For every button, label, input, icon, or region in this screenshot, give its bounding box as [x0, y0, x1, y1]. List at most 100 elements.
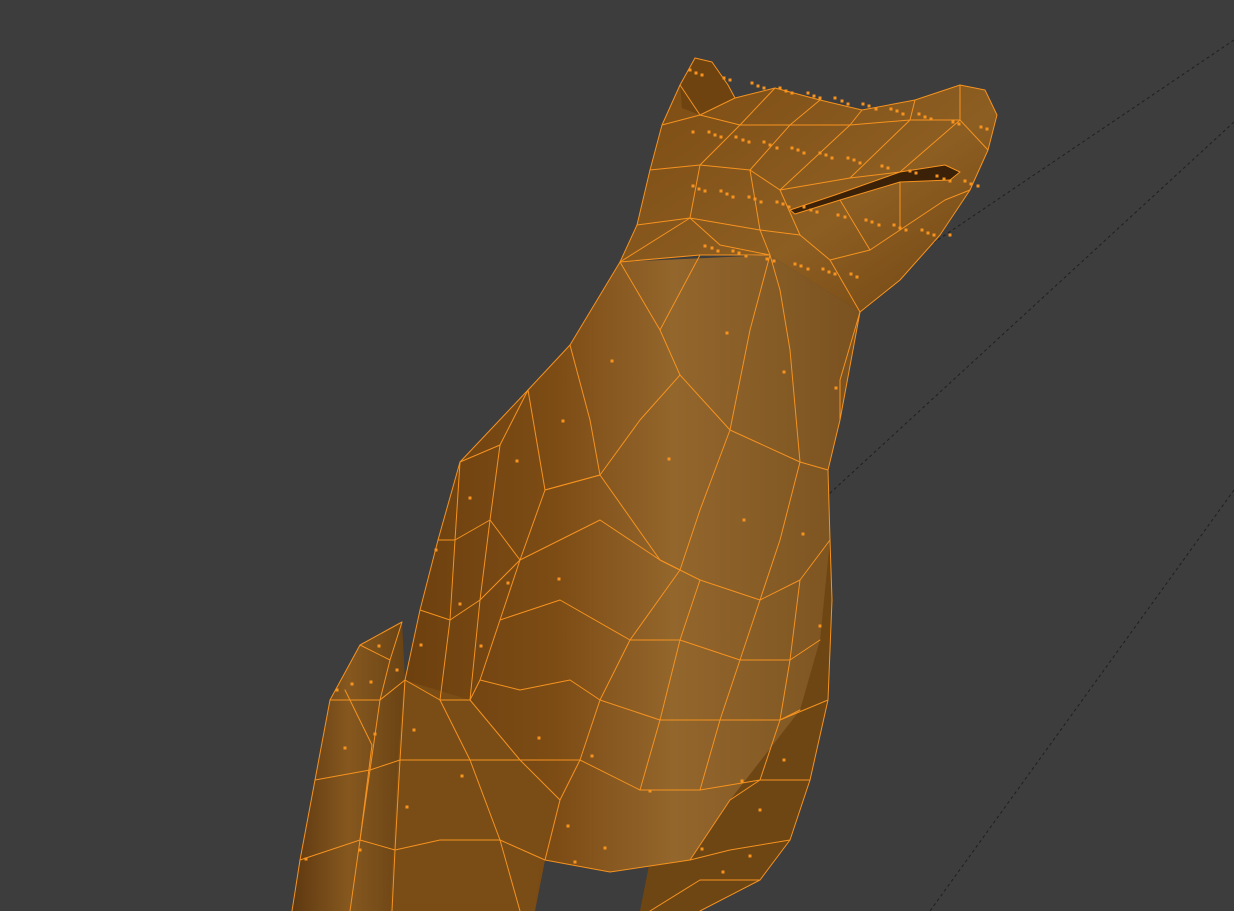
mesh-vertex[interactable]	[821, 267, 825, 271]
mesh-vertex[interactable]	[781, 202, 785, 206]
mesh-vertex[interactable]	[734, 135, 738, 139]
mesh-vertex[interactable]	[948, 233, 952, 237]
mesh-vertex[interactable]	[864, 218, 868, 222]
mesh-vertex[interactable]	[566, 824, 570, 828]
mesh-vertex[interactable]	[784, 89, 788, 93]
mesh-vertex[interactable]	[846, 156, 850, 160]
mesh-vertex[interactable]	[725, 331, 729, 335]
mesh-vertex[interactable]	[957, 122, 961, 126]
mesh-vertex[interactable]	[935, 174, 939, 178]
mesh-vertex[interactable]	[948, 179, 952, 183]
mesh-vertex[interactable]	[731, 195, 735, 199]
mesh-vertex[interactable]	[750, 81, 754, 85]
mesh-vertex[interactable]	[561, 419, 565, 423]
mesh-vertex[interactable]	[793, 262, 797, 266]
mesh-vertex[interactable]	[722, 76, 726, 80]
mesh-vertex[interactable]	[790, 146, 794, 150]
mesh-vertex[interactable]	[667, 457, 671, 461]
mesh-vertex[interactable]	[802, 205, 806, 209]
mesh-vertex[interactable]	[707, 130, 711, 134]
mesh-vertex[interactable]	[892, 223, 896, 227]
mesh-vertex[interactable]	[796, 148, 800, 152]
mesh-vertex[interactable]	[740, 779, 744, 783]
mesh-vertex[interactable]	[917, 112, 921, 116]
mesh-vertex[interactable]	[818, 96, 822, 100]
mesh-vertex[interactable]	[737, 251, 741, 255]
mesh-vertex[interactable]	[373, 732, 377, 736]
mesh-vertex[interactable]	[358, 848, 362, 852]
mesh-vertex[interactable]	[700, 73, 704, 77]
mesh-vertex[interactable]	[833, 272, 837, 276]
mesh-vertex[interactable]	[782, 370, 786, 374]
mesh-vertex[interactable]	[648, 789, 652, 793]
mesh-vertex[interactable]	[691, 130, 695, 134]
mesh-vertex[interactable]	[877, 223, 881, 227]
mesh-vertex[interactable]	[343, 746, 347, 750]
mesh-vertex[interactable]	[880, 164, 884, 168]
mesh-vertex[interactable]	[775, 146, 779, 150]
mesh-vertex[interactable]	[412, 728, 416, 732]
mesh-vertex[interactable]	[725, 192, 729, 196]
mesh-vertex[interactable]	[700, 847, 704, 851]
mesh-vertex[interactable]	[377, 644, 381, 648]
mesh-vertex[interactable]	[747, 140, 751, 144]
mesh-vertex[interactable]	[537, 736, 541, 740]
mesh-vertex[interactable]	[932, 233, 936, 237]
mesh-vertex[interactable]	[895, 109, 899, 113]
mesh-vertex[interactable]	[350, 682, 354, 686]
mesh-vertex[interactable]	[748, 854, 752, 858]
mesh-vertex[interactable]	[741, 138, 745, 142]
mesh-vertex[interactable]	[834, 386, 838, 390]
mesh-vertex[interactable]	[756, 84, 760, 88]
mesh-vertex[interactable]	[703, 189, 707, 193]
mesh-vertex[interactable]	[846, 102, 850, 106]
mesh-vertex[interactable]	[951, 120, 955, 124]
mesh-vertex[interactable]	[710, 246, 714, 250]
mesh-vertex[interactable]	[874, 107, 878, 111]
mesh-vertex[interactable]	[768, 143, 772, 147]
mesh-vertex[interactable]	[590, 754, 594, 758]
mesh-vertex[interactable]	[719, 189, 723, 193]
mesh-vertex[interactable]	[806, 91, 810, 95]
mesh-vertex[interactable]	[775, 200, 779, 204]
mesh-vertex[interactable]	[929, 117, 933, 121]
mesh-vertex[interactable]	[843, 215, 847, 219]
mesh-vertex[interactable]	[762, 86, 766, 90]
mesh-vertex[interactable]	[824, 153, 828, 157]
mesh-vertex[interactable]	[753, 197, 757, 201]
mesh-vertex[interactable]	[395, 668, 399, 672]
mesh-vertex[interactable]	[479, 644, 483, 648]
mesh-vertex[interactable]	[979, 125, 983, 129]
mesh-vertex[interactable]	[904, 228, 908, 232]
mesh-vertex[interactable]	[969, 182, 973, 186]
mesh-vertex[interactable]	[790, 91, 794, 95]
mesh-vertex[interactable]	[963, 179, 967, 183]
mesh-vertex[interactable]	[818, 151, 822, 155]
mesh-vertex[interactable]	[719, 135, 723, 139]
mesh-vertex[interactable]	[573, 860, 577, 864]
mesh-vertex[interactable]	[759, 200, 763, 204]
mesh-vertex[interactable]	[716, 249, 720, 253]
mesh-vertex[interactable]	[697, 187, 701, 191]
mesh-vertex[interactable]	[747, 195, 751, 199]
mesh-vertex[interactable]	[867, 104, 871, 108]
mesh-vertex[interactable]	[901, 112, 905, 116]
mesh-vertex[interactable]	[908, 169, 912, 173]
mesh-vertex[interactable]	[849, 272, 853, 276]
mesh-vertex[interactable]	[703, 244, 707, 248]
mesh-vertex[interactable]	[515, 459, 519, 463]
mesh-vertex[interactable]	[830, 156, 834, 160]
mesh-vertex[interactable]	[765, 257, 769, 261]
mesh-vertex[interactable]	[889, 107, 893, 111]
mesh-vertex[interactable]	[405, 805, 409, 809]
mesh-vertex[interactable]	[782, 758, 786, 762]
mesh-vertex[interactable]	[335, 688, 339, 692]
mesh-vertex[interactable]	[694, 71, 698, 75]
mesh-vertex[interactable]	[778, 86, 782, 90]
mesh-vertex[interactable]	[836, 213, 840, 217]
3d-viewport[interactable]	[0, 0, 1234, 911]
mesh-vertex[interactable]	[858, 161, 862, 165]
mesh-vertex[interactable]	[914, 171, 918, 175]
mesh-vertex[interactable]	[802, 151, 806, 155]
mesh-vertex[interactable]	[787, 205, 791, 209]
